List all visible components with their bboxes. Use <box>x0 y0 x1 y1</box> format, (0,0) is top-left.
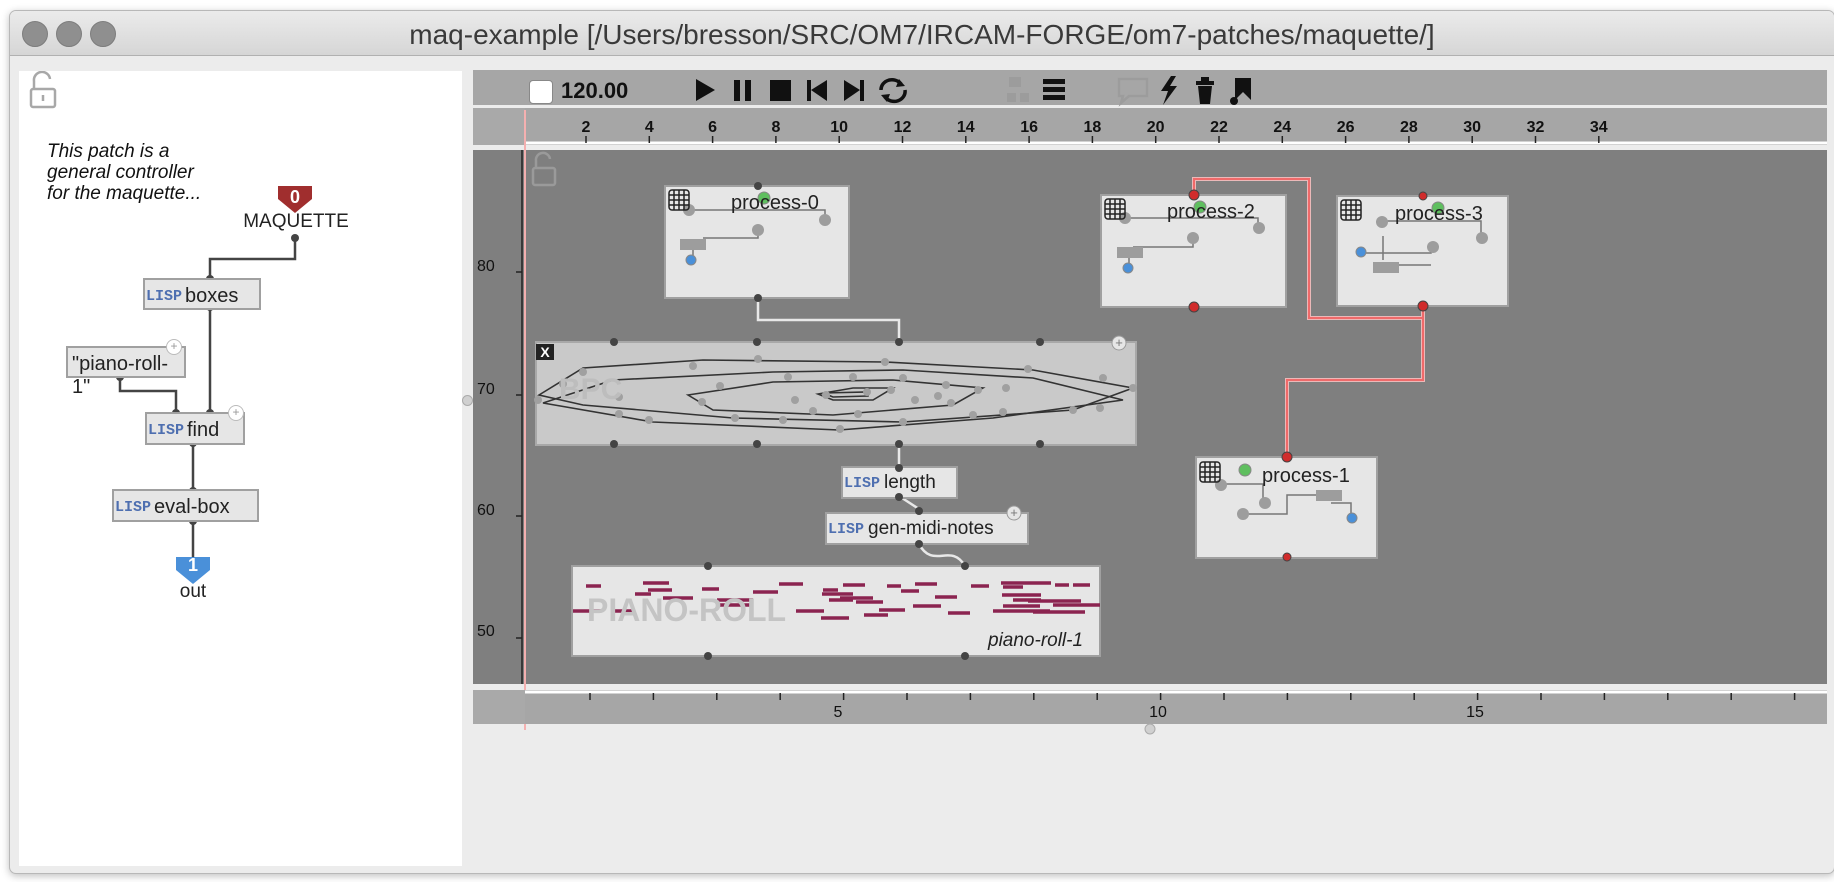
splitter-handle[interactable] <box>462 395 473 406</box>
y-tick-label: 80 <box>477 258 495 275</box>
tempo-value[interactable]: 120.00 <box>561 78 628 104</box>
palette-icon[interactable] <box>1230 78 1251 105</box>
x-tick-label: 8 <box>771 119 781 136</box>
add-input-icon[interactable]: + <box>166 339 182 355</box>
title-bar: maq-example [/Users/bresson/SRC/OM7/IRCA… <box>10 11 1834 56</box>
lisp-tag: LISP <box>148 422 185 439</box>
patch-comment: This patch is a general controller for t… <box>47 141 201 204</box>
x-tick-label: 2 <box>581 119 591 136</box>
x-tick-label: 18 <box>1083 119 1102 136</box>
process-label: process-0 <box>731 192 819 214</box>
x-tick-label: 10 <box>1149 704 1167 721</box>
trash-icon[interactable] <box>1196 77 1214 104</box>
lisp-tag: LISP <box>115 499 152 516</box>
lightning-icon[interactable] <box>1161 76 1177 105</box>
next-icon[interactable] <box>844 80 864 101</box>
bpc-watermark: BPC <box>559 373 623 406</box>
svg-text:+: + <box>1010 505 1018 520</box>
piano-roll-name: piano-roll-1 <box>988 630 1084 651</box>
x-tick-label: 15 <box>1466 704 1484 721</box>
eval-box-box[interactable]: LISP eval-box <box>112 489 259 522</box>
list-icon[interactable] <box>1043 79 1065 100</box>
x-tick-label: 10 <box>830 119 849 136</box>
left-ruler[interactable] <box>473 150 525 684</box>
lock-open-icon[interactable] <box>29 71 57 109</box>
pause-icon[interactable] <box>734 80 751 101</box>
control-patch-panel: This patch is a general controller for t… <box>19 71 462 866</box>
y-tick-label: 60 <box>477 502 495 519</box>
lisp-tag: LISP <box>146 288 183 305</box>
x-tick-label: 6 <box>708 119 718 136</box>
length-label: length <box>884 472 936 493</box>
x-tick-label: 24 <box>1273 119 1292 136</box>
lisp-tag: LISP <box>844 475 881 492</box>
x-tick-label: 22 <box>1210 119 1228 136</box>
connection[interactable] <box>208 238 297 279</box>
box-label: find <box>187 419 220 441</box>
output-label: out <box>179 581 207 602</box>
x-tick-label: 26 <box>1336 119 1355 136</box>
maquette-canvas-svg: + + <box>473 70 1827 735</box>
stop-icon[interactable] <box>770 80 791 101</box>
x-tick-label: 34 <box>1589 119 1608 136</box>
prev-icon[interactable] <box>807 80 827 101</box>
maquette-window: maq-example [/Users/bresson/SRC/OM7/IRCA… <box>9 10 1834 874</box>
tempo-checkbox[interactable] <box>529 80 553 104</box>
maquette-editor: + + 120.00 2 4 6 8 10 12 14 16 18 20 22 … <box>473 70 1827 870</box>
input-label: MAQUETTE <box>243 211 349 232</box>
x-tick-label: 16 <box>1020 119 1038 136</box>
x-tick-label: 4 <box>644 119 654 136</box>
input-index: 0 <box>289 187 300 207</box>
process-label: process-2 <box>1167 201 1255 223</box>
process-label: process-3 <box>1395 203 1483 225</box>
add-input-icon[interactable]: + <box>228 405 244 421</box>
play-icon[interactable] <box>696 79 715 101</box>
bpc-box[interactable]: + <box>534 335 1137 448</box>
svg-text:+: + <box>1115 335 1123 350</box>
comment-line: This patch is a <box>47 141 170 162</box>
scroll-handle[interactable] <box>1144 723 1156 735</box>
piano-roll-watermark: PIANO-ROLL <box>587 592 787 628</box>
x-tick-label: 30 <box>1463 119 1482 136</box>
x-tick-label: 20 <box>1146 119 1165 136</box>
box-label: boxes <box>185 285 239 307</box>
comment-line: for the maquette... <box>47 183 202 204</box>
lisp-tag: LISP <box>828 521 865 538</box>
box-label: eval-box <box>154 496 230 518</box>
x-tick-label: 28 <box>1399 119 1418 136</box>
box-label: "piano-roll-1" <box>72 353 169 398</box>
x-tick-label: 14 <box>956 119 975 136</box>
bpc-close-label[interactable]: X <box>536 344 554 360</box>
x-tick-label: 12 <box>893 119 912 136</box>
x-tick-label: 5 <box>833 704 843 721</box>
y-tick-label: 70 <box>477 381 495 398</box>
transport-controls <box>696 78 907 104</box>
gen-midi-notes-label: gen-midi-notes <box>868 518 994 539</box>
comment-icon[interactable] <box>1117 77 1149 107</box>
boxes-box[interactable]: LISP boxes <box>143 278 261 310</box>
output-index: 1 <box>187 555 198 575</box>
comment-line: general controller <box>47 162 194 183</box>
tracks-icon[interactable] <box>1007 77 1029 102</box>
x-tick-label: 32 <box>1526 119 1545 136</box>
process-label: process-1 <box>1262 465 1350 487</box>
editor-tools <box>1007 76 1251 107</box>
y-tick-label: 50 <box>477 623 495 640</box>
window-title: maq-example [/Users/bresson/SRC/OM7/IRCA… <box>409 19 1435 50</box>
